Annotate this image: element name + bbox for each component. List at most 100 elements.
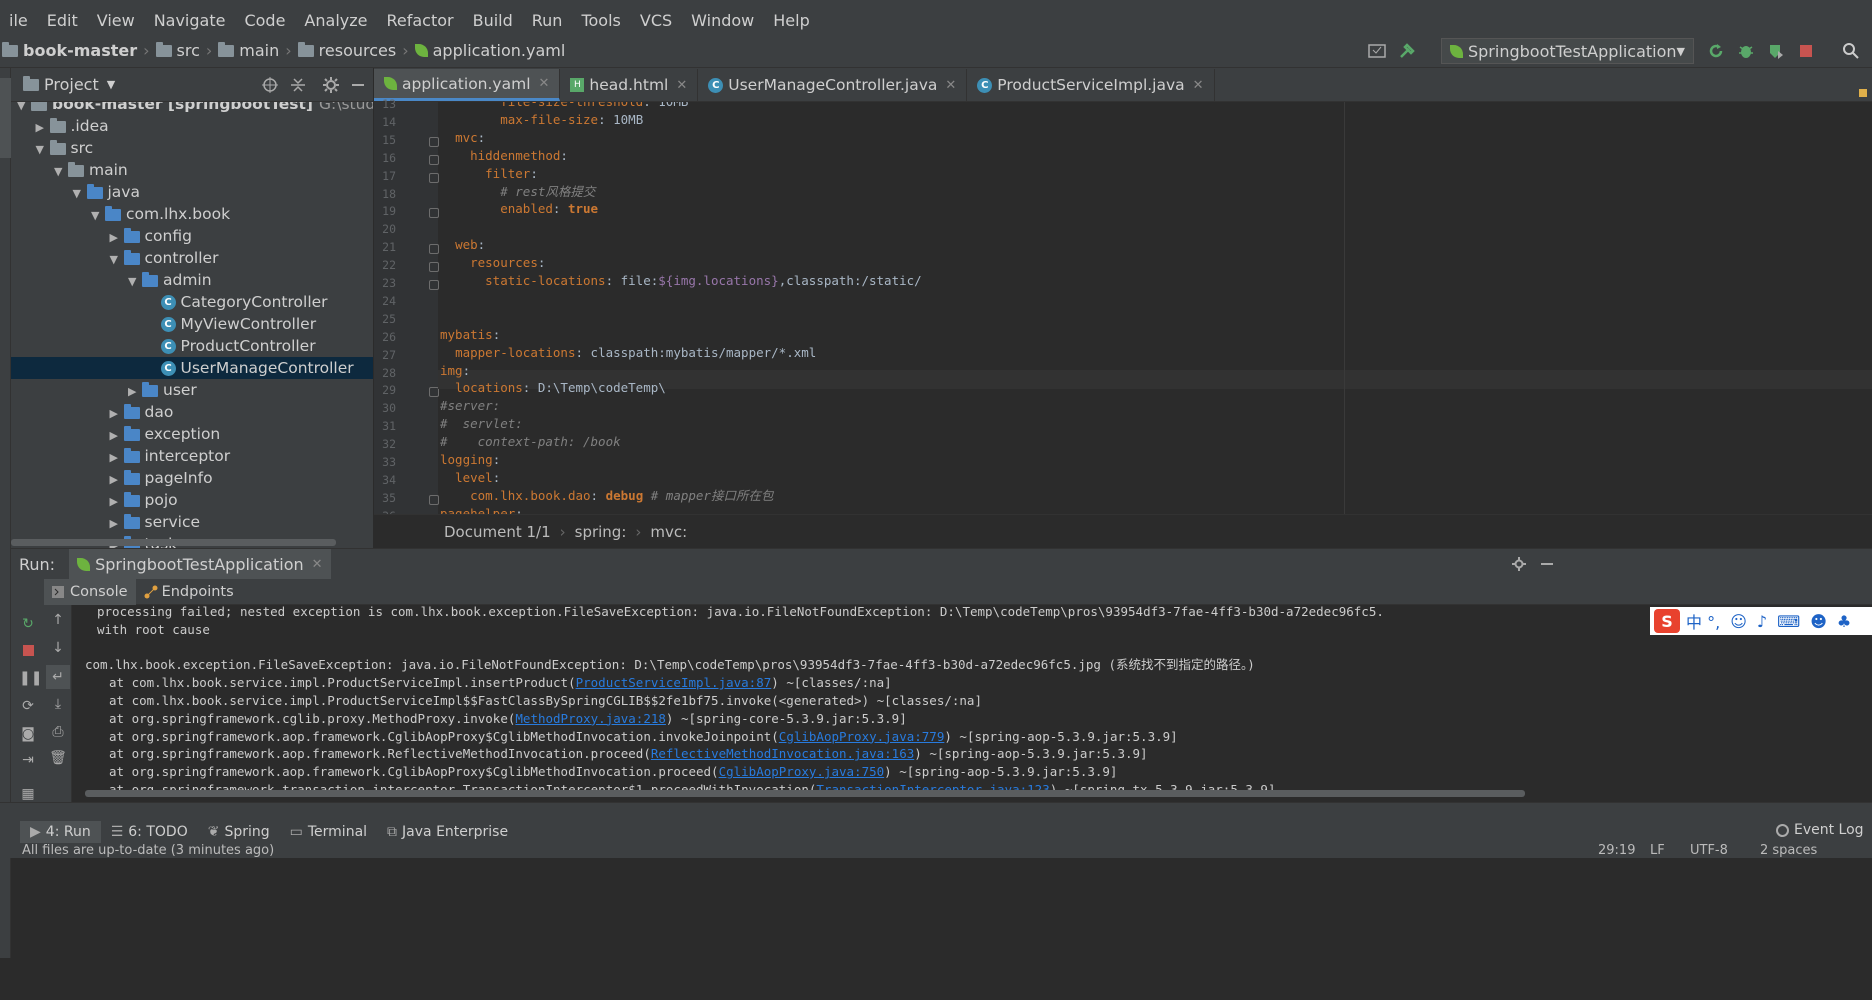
menu-item[interactable]: Run	[523, 11, 573, 30]
hide-panel-icon[interactable]	[349, 76, 367, 94]
gear-icon[interactable]	[1511, 556, 1527, 572]
close-icon[interactable]: ✕	[676, 78, 687, 93]
coverage-icon[interactable]	[1767, 42, 1785, 60]
close-icon[interactable]: ✕	[1193, 78, 1204, 93]
tree-item[interactable]: ▶ interceptor	[11, 445, 373, 467]
tool-window-button[interactable]: ▭ Terminal	[280, 824, 377, 840]
shirt-icon[interactable]: ♣	[1837, 612, 1851, 631]
editor-breadcrumb-item[interactable]: spring:	[575, 523, 627, 541]
search-icon[interactable]	[1842, 42, 1860, 60]
close-icon[interactable]: ✕	[312, 557, 323, 572]
menu-item[interactable]: Edit	[38, 11, 88, 30]
locate-icon[interactable]	[261, 76, 279, 94]
chevron-right-icon[interactable]: ▶	[36, 117, 50, 139]
tree-item[interactable]: C ProductController	[11, 335, 373, 357]
chevron-right-icon[interactable]: ▶	[110, 469, 124, 491]
tree-item[interactable]: ▶ pojo	[11, 489, 373, 511]
ime-mode[interactable]: 中 °,	[1686, 609, 1720, 633]
menu-item[interactable]: Code	[235, 11, 295, 30]
collapse-all-icon[interactable]	[289, 76, 307, 94]
rerun-icon[interactable]	[1707, 42, 1725, 60]
microphone-icon[interactable]: ♪	[1757, 612, 1767, 631]
project-tool-button[interactable]	[0, 78, 11, 158]
console-horizontal-scrollbar[interactable]	[85, 790, 1525, 797]
menu-item[interactable]: View	[88, 11, 145, 30]
menu-item[interactable]: VCS	[631, 11, 682, 30]
editor-tab[interactable]: Hhead.html ✕	[560, 69, 699, 101]
chevron-down-icon[interactable]: ▼	[107, 78, 115, 91]
gear-icon[interactable]	[322, 76, 340, 94]
tree-item[interactable]: C CategoryController	[11, 291, 373, 313]
tree-item[interactable]: ▶ pageInfo	[11, 467, 373, 489]
status-encoding[interactable]: UTF-8	[1690, 844, 1728, 858]
menu-item[interactable]: Window	[682, 11, 764, 30]
breadcrumb-item[interactable]: › resources	[279, 41, 396, 60]
tree-item[interactable]: ▶ .idea	[11, 115, 373, 137]
source-link[interactable]: ReflectiveMethodInvocation.java:163	[651, 746, 914, 761]
debug-icon[interactable]	[1737, 42, 1755, 60]
tool-window-button[interactable]: ⧉ Java Enterprise	[377, 824, 518, 840]
user-icon[interactable]: ☻	[1810, 612, 1827, 631]
menu-item[interactable]: Analyze	[295, 11, 377, 30]
tool-window-button[interactable]: ☰ 6: TODO	[101, 824, 198, 840]
tree-item[interactable]: ▶ exception	[11, 423, 373, 445]
chevron-right-icon[interactable]: ▶	[110, 227, 124, 249]
tree-item[interactable]: C UserManageController	[11, 357, 373, 379]
project-view-selector[interactable]: Project	[44, 75, 99, 94]
hide-panel-icon[interactable]	[1539, 556, 1555, 572]
tree-item[interactable]: ▼ controller	[11, 247, 373, 269]
tool-window-button[interactable]: ▶ 4: Run	[20, 821, 101, 843]
chevron-down-icon[interactable]: ▼	[73, 183, 87, 205]
menu-item[interactable]: Tools	[572, 11, 630, 30]
chevron-down-icon[interactable]: ▼	[54, 161, 68, 183]
code-area[interactable]: file-size-threshold: 10MB max-file-size:…	[374, 102, 1872, 514]
hammer-icon[interactable]	[1398, 42, 1416, 60]
chevron-down-icon[interactable]: ▼	[128, 271, 142, 293]
editor-tab[interactable]: C UserManageController.java ✕	[698, 69, 968, 101]
menu-item[interactable]: Build	[464, 11, 523, 30]
chevron-right-icon[interactable]: ▶	[110, 513, 124, 535]
chevron-down-icon[interactable]: ▼	[110, 249, 124, 271]
editor-tab[interactable]: C ProductServiceImpl.java ✕	[967, 69, 1215, 101]
tree-item[interactable]: ▼book-master [springbootTest]G:\study\bo…	[11, 102, 373, 115]
chevron-right-icon[interactable]: ▶	[110, 425, 124, 447]
menu-item[interactable]: ile	[0, 11, 38, 30]
breadcrumb-item[interactable]: book-master	[2, 41, 137, 60]
tree-item[interactable]: ▼ java	[11, 181, 373, 203]
source-link[interactable]: CglibAopProxy.java:750	[719, 764, 885, 779]
tree-item[interactable]: ▼ src	[11, 137, 373, 159]
tree-item[interactable]: ▶ dao	[11, 401, 373, 423]
tree-item[interactable]: ▶ user	[11, 379, 373, 401]
stop-icon[interactable]	[1797, 42, 1815, 60]
tree-item[interactable]: ▶ service	[11, 511, 373, 533]
event-log-button[interactable]: Event Log	[1776, 822, 1864, 838]
menu-item[interactable]: Help	[764, 11, 819, 30]
breadcrumb-item[interactable]: › main	[200, 41, 279, 60]
emoji-icon[interactable]: ☺	[1730, 612, 1747, 631]
chevron-right-icon[interactable]: ▶	[128, 381, 142, 403]
tree-item[interactable]: ▼ main	[11, 159, 373, 181]
status-line_sep[interactable]: LF	[1650, 844, 1665, 858]
tree-item[interactable]: ▼ admin	[11, 269, 373, 291]
run-config-tab[interactable]: SpringbootTestApplication ✕	[69, 549, 331, 579]
source-link[interactable]: CglibAopProxy.java:779	[779, 729, 945, 744]
chevron-right-icon[interactable]: ▶	[110, 447, 124, 469]
chevron-right-icon[interactable]: ▶	[110, 403, 124, 425]
chevron-down-icon[interactable]: ▼	[36, 139, 50, 161]
status-position[interactable]: 29:19	[1598, 844, 1635, 858]
close-icon[interactable]: ✕	[539, 76, 550, 91]
breadcrumb-item[interactable]: › application.yaml	[396, 41, 565, 60]
status-indent[interactable]: 2 spaces	[1760, 844, 1817, 858]
editor-breadcrumb-item[interactable]: Document 1/1	[444, 523, 551, 541]
tree-item[interactable]: ▶ config	[11, 225, 373, 247]
menu-item[interactable]: Refactor	[377, 11, 463, 30]
tool-window-button[interactable]: ❦ Spring	[198, 824, 280, 840]
chevron-down-icon[interactable]: ▼	[91, 205, 105, 227]
console-output[interactable]: processing failed; nested exception is c…	[11, 605, 1872, 803]
run-configuration-select[interactable]: SpringbootTestApplication ▼	[1441, 38, 1694, 64]
horizontal-scrollbar[interactable]	[11, 539, 336, 546]
editor-breadcrumb-item[interactable]: mvc:	[650, 523, 687, 541]
source-link[interactable]: ProductServiceImpl.java:87	[576, 675, 772, 690]
source-link[interactable]: MethodProxy.java:218	[515, 711, 666, 726]
console-tab[interactable]: Console	[44, 578, 136, 605]
